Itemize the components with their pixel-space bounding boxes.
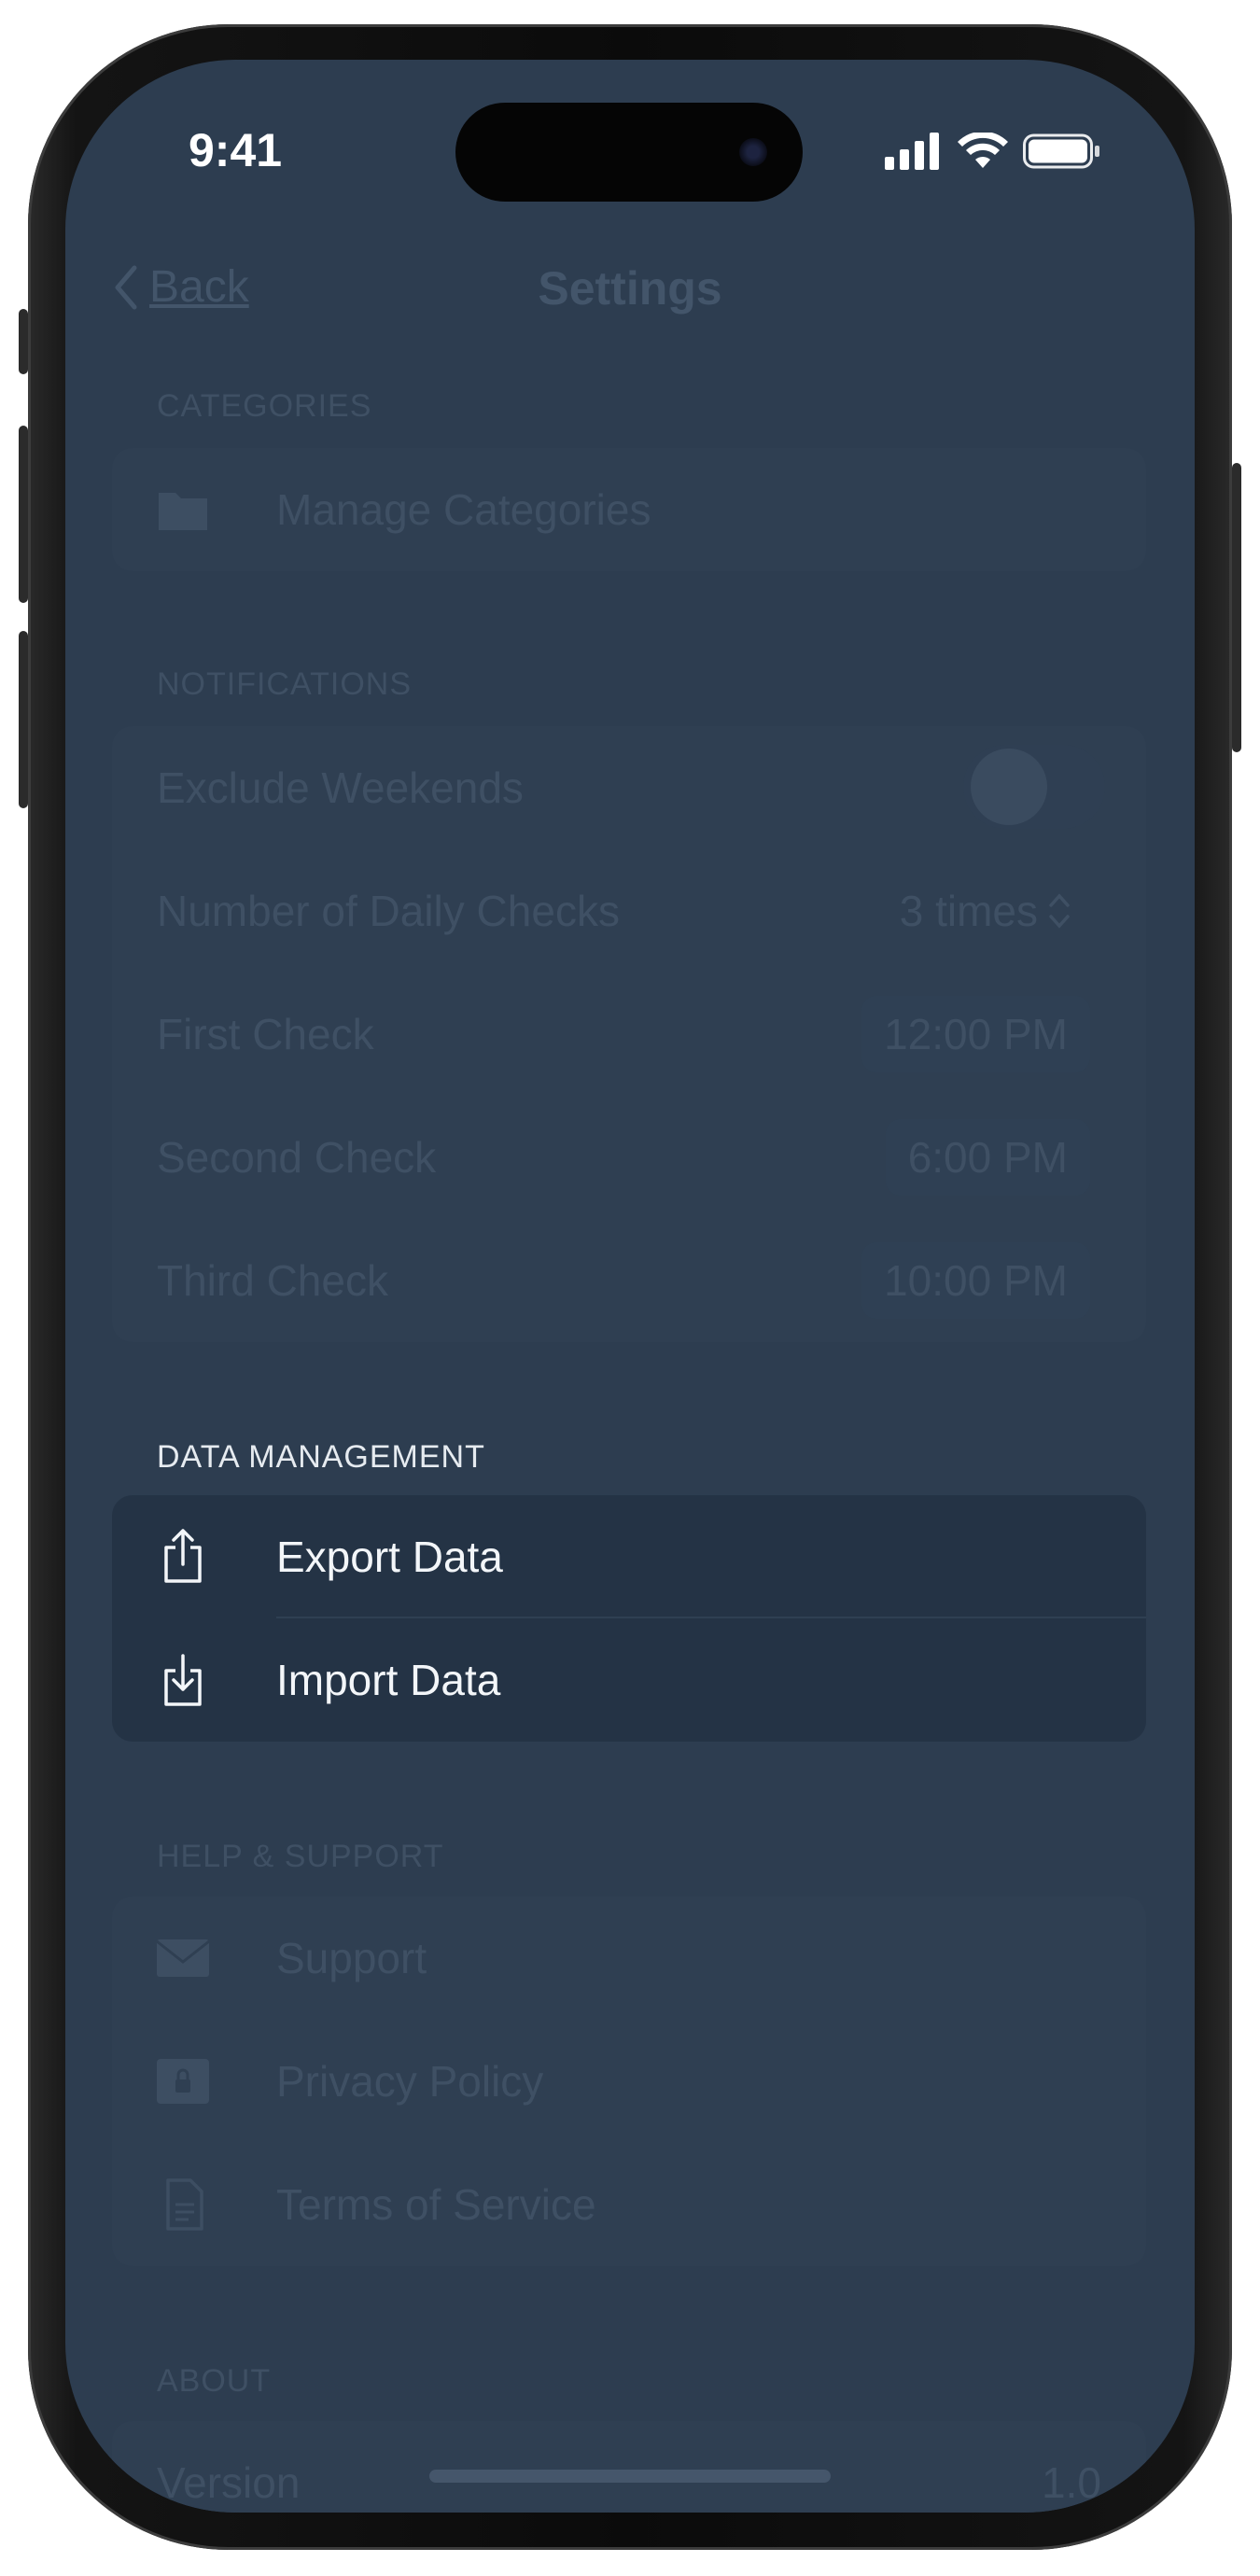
power-button — [1232, 463, 1241, 752]
manage-categories-label: Manage Categories — [276, 485, 651, 534]
first-check-row: First Check 12:00 PM — [112, 973, 1146, 1096]
import-data-label: Import Data — [276, 1656, 501, 1704]
import-data-row[interactable]: Import Data — [112, 1618, 1146, 1742]
status-icons — [885, 133, 1101, 170]
chevron-up-down-icon — [1049, 893, 1070, 929]
exclude-weekends-row: Exclude Weekends — [112, 726, 1146, 849]
wifi-icon — [958, 133, 1008, 168]
third-check-label: Third Check — [157, 1256, 388, 1305]
section-header-data-management: DATA MANAGEMENT — [157, 1439, 485, 1475]
export-data-label: Export Data — [276, 1533, 503, 1581]
second-check-label: Second Check — [157, 1133, 437, 1182]
notifications-group: Exclude Weekends Number of Daily Checks … — [112, 726, 1146, 1342]
first-check-label: First Check — [157, 1010, 374, 1058]
navigation-bar: Back Settings — [65, 246, 1195, 321]
privacy-policy-label: Privacy Policy — [276, 2057, 544, 2106]
volume-up-button — [19, 426, 28, 603]
battery-icon — [1023, 133, 1099, 169]
second-check-time-picker[interactable]: 6:00 PM — [885, 1119, 1090, 1196]
cellular-signal-icon — [885, 133, 939, 170]
data-management-group: Export Data Import Data — [112, 1495, 1146, 1742]
third-check-time-picker[interactable]: 10:00 PM — [861, 1242, 1090, 1319]
section-header-notifications: NOTIFICATIONS — [157, 666, 413, 702]
help-support-group: Support Privacy Policy Terms of Service — [112, 1897, 1146, 2266]
folder-icon — [159, 493, 207, 530]
terms-of-service-row[interactable]: Terms of Service — [112, 2143, 1146, 2266]
daily-checks-value: 3 times — [899, 887, 1038, 935]
status-time: 9:41 — [189, 124, 283, 176]
third-check-row: Third Check 10:00 PM — [112, 1219, 1146, 1342]
share-export-icon — [164, 1529, 202, 1583]
home-indicator[interactable] — [429, 2470, 831, 2483]
first-check-time-picker[interactable]: 12:00 PM — [861, 996, 1090, 1072]
version-row: Version 1.0 — [112, 2421, 1146, 2513]
about-group: Version 1.0 — [112, 2421, 1146, 2513]
app-screen: 9:41 Back Settings CATEGORIES Manage Cat… — [65, 60, 1195, 2513]
second-check-row: Second Check 6:00 PM — [112, 1096, 1146, 1219]
section-header-about: ABOUT — [157, 2363, 272, 2399]
daily-checks-row[interactable]: Number of Daily Checks 3 times — [112, 849, 1146, 973]
version-label: Version — [157, 2458, 301, 2507]
privacy-policy-row[interactable]: Privacy Policy — [112, 2020, 1146, 2143]
manage-categories-row[interactable]: Manage Categories — [112, 448, 1146, 571]
version-value: 1.0 — [1042, 2458, 1101, 2507]
daily-checks-label: Number of Daily Checks — [157, 887, 620, 935]
import-tray-icon — [164, 1654, 202, 1706]
dynamic-island — [455, 103, 803, 202]
camera-icon — [739, 138, 767, 166]
section-header-categories: CATEGORIES — [157, 388, 372, 424]
exclude-weekends-label: Exclude Weekends — [157, 763, 524, 812]
toggle-knob — [971, 749, 1047, 825]
support-row[interactable]: Support — [112, 1897, 1146, 2020]
volume-down-button — [19, 631, 28, 808]
exclude-weekends-toggle[interactable] — [963, 745, 1105, 829]
export-data-row[interactable]: Export Data — [112, 1495, 1146, 1618]
support-label: Support — [276, 1934, 427, 1982]
page-title: Settings — [538, 262, 722, 315]
terms-of-service-label: Terms of Service — [276, 2180, 596, 2229]
status-bar: 9:41 — [65, 60, 1195, 202]
section-header-help-support: HELP & SUPPORT — [157, 1839, 444, 1874]
envelope-icon — [156, 1939, 210, 1977]
action-button — [19, 309, 28, 374]
document-icon — [166, 2178, 203, 2231]
categories-group: Manage Categories — [112, 448, 1146, 571]
lock-icon — [157, 2059, 209, 2104]
